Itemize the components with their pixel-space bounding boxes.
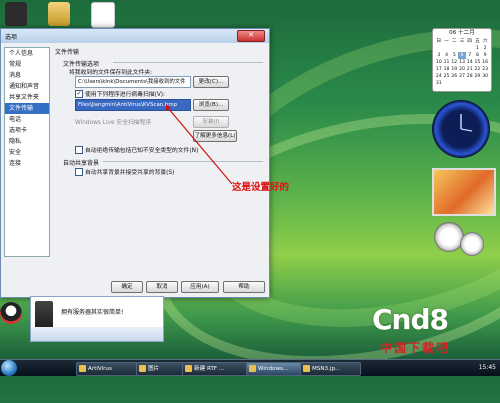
calendar-weekday: 四 <box>467 39 472 44</box>
app-icon <box>303 365 310 372</box>
calendar-gadget[interactable]: 06 十二月 日一二三四五六 1 2 3 4 5 6 7 8 9 10 11 12 13 14 15 16 17 1… <box>432 28 492 92</box>
calendar-day[interactable]: 9 <box>481 52 489 59</box>
memory-gauge-icon <box>460 232 484 256</box>
popup-footer <box>31 327 163 341</box>
taskbar-button-label: Windows... <box>258 366 289 372</box>
calendar-weekday: 六 <box>482 39 488 44</box>
start-button[interactable] <box>1 360 17 376</box>
clock-gadget[interactable] <box>432 100 490 158</box>
taskbar: ArtiVirus 图片 新建 RTF ... Windows... MSN3.jp..… <box>0 359 500 376</box>
calendar-day[interactable]: 17 <box>435 66 443 73</box>
calendar-day[interactable]: 16 <box>481 59 489 66</box>
calendar-weekday: 三 <box>459 39 465 44</box>
calendar-day[interactable]: 4 <box>443 52 451 59</box>
calendar-weekday: 日 <box>436 39 442 44</box>
popup-text: 拥有服务器其实很简单! <box>61 309 124 316</box>
calendar-weekday: 二 <box>451 39 457 44</box>
taskbar-button[interactable]: MSN3.jp... <box>300 362 361 376</box>
app-icon <box>139 365 146 372</box>
calendar-day[interactable]: 18 <box>443 66 451 73</box>
calendar-header: 06 十二月 <box>449 30 475 36</box>
annotation-text: 这是设置好的 <box>232 182 290 193</box>
taskbar-button-label: 图片 <box>148 366 160 372</box>
cpu-gauge-icon <box>434 222 464 252</box>
notification-popup[interactable]: 拥有服务器其实很简单! <box>30 296 164 342</box>
app-icon <box>249 365 256 372</box>
site-watermark-logo: Cnd8 中国下载吧 <box>372 303 496 357</box>
calendar-day[interactable]: 31 <box>435 80 443 87</box>
calendar-day[interactable]: 12 <box>450 59 458 66</box>
calendar-day[interactable]: 24 <box>435 73 443 80</box>
app-icon <box>185 365 192 372</box>
taskbar-button-label: ArtiVirus <box>88 366 112 372</box>
calendar-day[interactable]: 25 <box>443 73 451 80</box>
calendar-day <box>443 45 451 52</box>
taskbar-button[interactable]: 新建 RTF ... <box>182 362 255 376</box>
calendar-day[interactable]: 30 <box>481 73 489 80</box>
calendar-day <box>466 45 474 52</box>
calendar-day[interactable]: 5 <box>450 52 458 59</box>
taskbar-button-label: 新建 RTF ... <box>194 366 225 372</box>
slideshow-gadget[interactable] <box>432 168 496 216</box>
calendar-day[interactable]: 15 <box>474 59 482 66</box>
calendar-day[interactable]: 21 <box>466 66 474 73</box>
watermark-sub: 中国下载吧 <box>380 341 451 355</box>
calendar-day[interactable]: 26 <box>450 73 458 80</box>
calendar-day[interactable]: 6 <box>458 52 466 59</box>
cpu-meter-gadget[interactable] <box>432 222 490 268</box>
calendar-day[interactable]: 19 <box>450 66 458 73</box>
watermark-brand: Cnd8 <box>372 303 449 336</box>
taskbar-clock[interactable]: 15:45 <box>479 360 496 376</box>
calendar-day[interactable]: 13 <box>458 59 466 66</box>
calendar-grid: 日一二三四五六 1 2 3 4 5 6 7 8 9 10 11 12 13 14 15 16 17 18 19 20 21… <box>433 38 491 87</box>
clock-hands-icon <box>460 114 473 132</box>
calendar-weekday: 五 <box>475 39 480 44</box>
calendar-day[interactable]: 7 <box>466 52 474 59</box>
qq-penguin-icon <box>0 302 22 324</box>
calendar-day[interactable]: 2 <box>481 45 489 52</box>
calendar-day[interactable]: 8 <box>474 52 482 59</box>
calendar-day[interactable]: 22 <box>474 66 482 73</box>
calendar-day[interactable]: 27 <box>458 73 466 80</box>
calendar-day[interactable]: 11 <box>443 59 451 66</box>
calendar-weekday: 一 <box>444 39 449 44</box>
calendar-day[interactable]: 23 <box>481 66 489 73</box>
calendar-day <box>458 45 466 52</box>
calendar-day <box>435 45 443 52</box>
calendar-day[interactable]: 14 <box>466 59 474 66</box>
calendar-day[interactable]: 10 <box>435 59 443 66</box>
taskbar-button-label: MSN3.jp... <box>312 366 341 372</box>
app-icon <box>79 365 86 372</box>
calendar-day[interactable]: 1 <box>474 45 482 52</box>
calendar-day[interactable]: 28 <box>466 73 474 80</box>
calendar-day <box>450 45 458 52</box>
taskbar-button[interactable]: ArtiVirus <box>76 362 145 376</box>
calendar-day[interactable]: 29 <box>474 73 482 80</box>
calendar-day[interactable]: 3 <box>435 52 443 59</box>
calendar-day[interactable]: 20 <box>458 66 466 73</box>
